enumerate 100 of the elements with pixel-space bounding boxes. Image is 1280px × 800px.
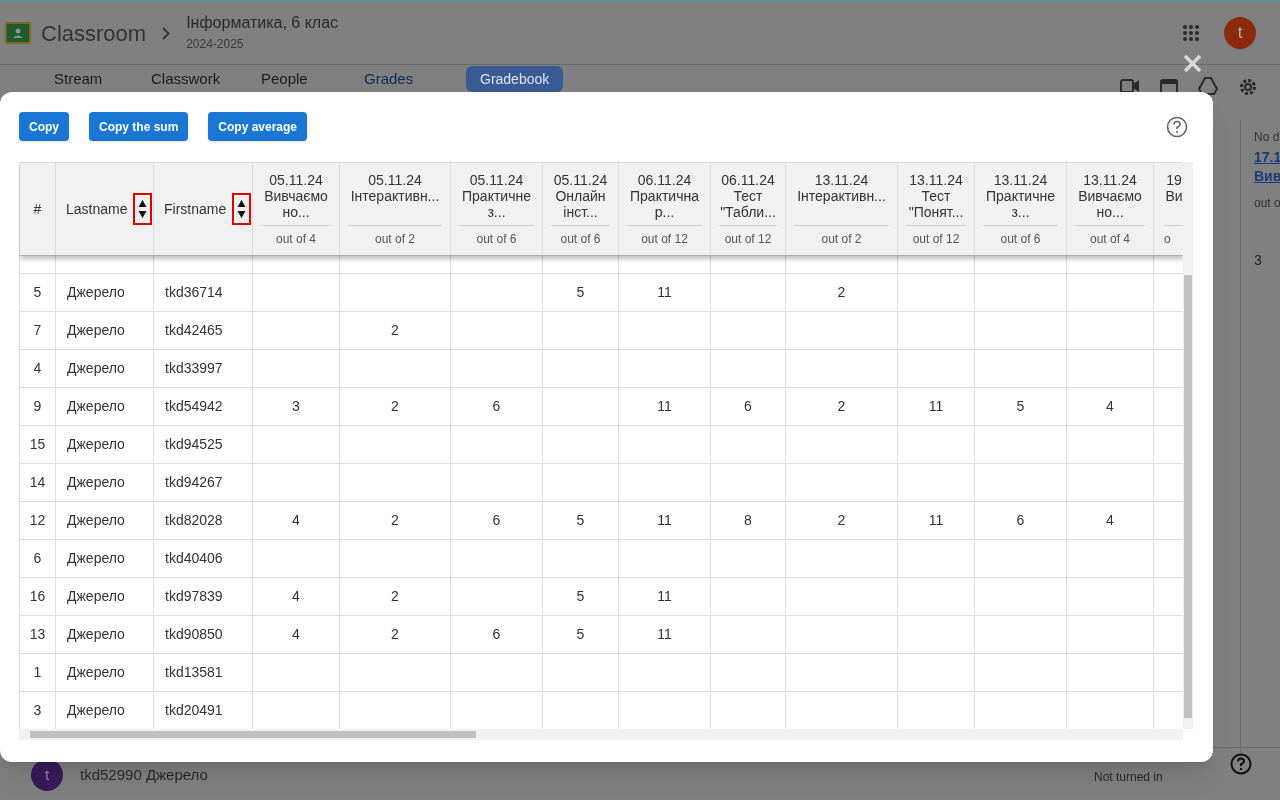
assignment-title[interactable]: Тест "Табли... [719,188,777,220]
max-points: out of 12 [906,225,966,248]
student-lastname: Джерело [67,360,125,376]
column-header: # [33,199,42,219]
assignment-date: 05.11.24 [269,172,323,188]
column-header: Firstname [164,199,227,219]
classroom-logo-icon [5,22,31,44]
grade-cell: 4 [1106,512,1114,528]
assignment-date: 05.11.24 [368,172,422,188]
sort-button[interactable] [232,193,252,225]
student-firstname: tkd42465 [165,322,223,338]
max-points: out of 6 [459,225,534,248]
max-points: out of 6 [551,225,610,248]
student-lastname: Джерело [67,474,125,490]
help-icon[interactable] [1230,753,1252,775]
help-icon[interactable] [1166,115,1188,138]
sort-icon [237,199,247,219]
assignment-date: 13.11.24 [1083,172,1137,188]
chevron-icon [162,26,171,40]
student-firstname: tkd20491 [165,702,223,718]
assignment-date: 05.11.24 [553,172,608,188]
student-lastname: Джерело [67,550,125,566]
assignment-title[interactable]: Практичне з... [459,188,534,220]
apps-grid-icon[interactable] [1182,24,1200,42]
settings-icon[interactable] [1238,77,1258,97]
student-lastname: Джерело [67,702,125,718]
assignment-title[interactable]: Інтерактивн... [350,188,440,204]
student-firstname: tkd36714 [165,284,223,300]
student-firstname: tkd90850 [165,626,223,642]
student-lastname: Джерело [67,436,125,452]
assignment-title[interactable]: Вивчаємо но... [1075,188,1145,220]
assignment-date: 06.11.24 [637,172,692,188]
assignment-title[interactable]: Онлайн інст... [551,188,610,220]
assignment-date: 19 [1166,172,1182,188]
max-points: out of 2 [348,225,442,248]
scrollbar-thumb[interactable] [30,731,476,738]
assignment-title[interactable]: Ви [1165,188,1183,204]
vertical-scrollbar[interactable] [1183,162,1193,729]
grade-cell: 8 [744,512,752,528]
horizontal-scrollbar[interactable] [19,729,1183,740]
grade-cell: 6 [1016,512,1025,528]
grade-cell: 11 [657,626,672,642]
grade-cell: 5 [1016,398,1025,414]
course-year: 2024-2025 [186,36,245,53]
assignment-title[interactable]: Інтерактивн... [797,188,886,204]
video-camera-icon[interactable] [1120,77,1140,95]
app-name[interactable]: Classroom [41,16,147,50]
grade-cell: 6 [492,626,501,642]
grade-cell: 11 [928,398,944,414]
student-lastname: Джерело [67,626,125,642]
column-header: Lastname [66,199,128,219]
row-number: 3 [33,702,42,718]
submission-status: Not turned in [1094,769,1163,786]
row-number: 9 [33,398,42,414]
class-tab[interactable]: People [261,70,364,88]
student-lastname: Джерело [67,398,125,414]
grade-cell: 4 [1106,398,1114,414]
account-avatar[interactable]: t [1224,17,1256,49]
row-number: 12 [29,512,46,528]
class-tab[interactable]: Classwork [151,70,261,88]
grade-cell: 2 [391,626,399,642]
sort-button[interactable] [133,193,153,225]
class-tab[interactable]: Stream [54,70,151,88]
student-lastname: Джерело [67,322,125,338]
due-note: No d [1254,129,1280,146]
assignment-title[interactable]: Тест "Понят... [906,188,966,220]
assignment-link[interactable]: Вив [1254,167,1280,186]
row-number: 13 [29,626,46,642]
gradebook-tab[interactable]: Gradebook [466,66,564,92]
grade-cell: 11 [657,588,672,604]
grade-cell: 4 [292,512,300,528]
copy-button[interactable]: Copy the sum [89,112,189,141]
course-title[interactable]: Інформатика, 6 клас [186,13,339,33]
row-number: 6 [33,550,42,566]
scrollbar-thumb[interactable] [1184,275,1192,718]
grade-cell: 3 [292,398,300,414]
assignment-link[interactable]: 17.1 [1254,148,1280,167]
grade-cell: 2 [837,512,846,528]
student-lastname: Джерело [67,588,125,604]
copy-button[interactable]: Copy average [208,112,308,141]
grade-cell: 11 [657,398,672,414]
close-icon[interactable] [1183,54,1202,73]
row-number: 4 [33,360,42,376]
assignment-title[interactable]: Практична р... [627,188,702,220]
grade-cell: 2 [837,398,846,414]
assignment-title[interactable]: Практичне з... [983,188,1058,220]
student-firstname: tkd94267 [165,474,223,490]
grade-cell: 6 [492,512,501,528]
sort-icon [138,199,148,219]
grade-cell: 5 [576,512,585,528]
row-number: 15 [29,436,46,452]
class-tab[interactable]: Grades [364,70,456,88]
student-name[interactable]: tkd52990 Джерело [80,763,208,787]
max-points: out of 6 [983,225,1058,248]
grade-cell: 2 [391,512,399,528]
student-firstname: tkd40406 [165,550,223,566]
row-number: 7 [33,322,42,338]
grade-cell: 2 [391,398,399,414]
copy-button[interactable]: Copy [19,112,69,141]
assignment-title[interactable]: Вивчаємо но... [261,188,331,220]
